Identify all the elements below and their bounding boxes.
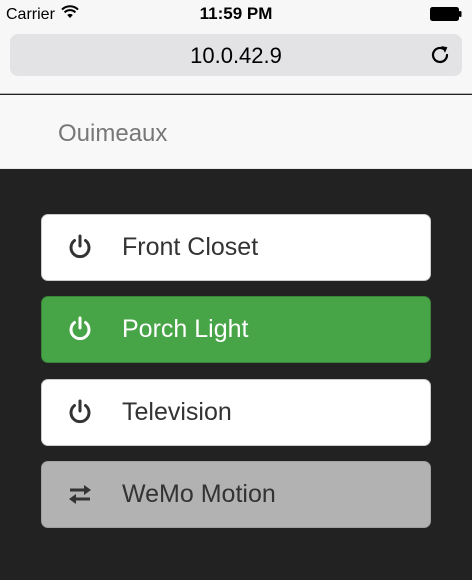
- address-text[interactable]: 10.0.42.9: [10, 43, 462, 69]
- device-label: WeMo Motion: [122, 480, 276, 508]
- address-bar[interactable]: 10.0.42.9: [10, 34, 462, 76]
- device-button-porch-light[interactable]: Porch Light: [41, 296, 431, 363]
- device-label: Porch Light: [122, 315, 249, 343]
- swap-arrows-icon: [66, 480, 94, 508]
- power-icon: [66, 315, 94, 343]
- device-button-television[interactable]: Television: [41, 379, 431, 446]
- reload-icon[interactable]: [428, 43, 452, 67]
- navbar: Ouimeaux: [0, 95, 472, 169]
- device-button-front-closet[interactable]: Front Closet: [41, 214, 431, 281]
- browser-toolbar: 10.0.42.9: [0, 28, 472, 94]
- device-list: Front Closet Porch Light Television WeMo…: [0, 169, 472, 580]
- device-label: Television: [122, 398, 232, 426]
- battery-icon: [430, 7, 462, 21]
- brand-title[interactable]: Ouimeaux: [58, 120, 167, 148]
- device-button-wemo-motion[interactable]: WeMo Motion: [41, 461, 431, 528]
- device-label: Front Closet: [122, 233, 259, 261]
- power-icon: [66, 233, 94, 261]
- status-time: 11:59 PM: [199, 4, 273, 23]
- power-icon: [66, 398, 94, 426]
- status-bar: Carrier 11:59 PM: [0, 0, 472, 28]
